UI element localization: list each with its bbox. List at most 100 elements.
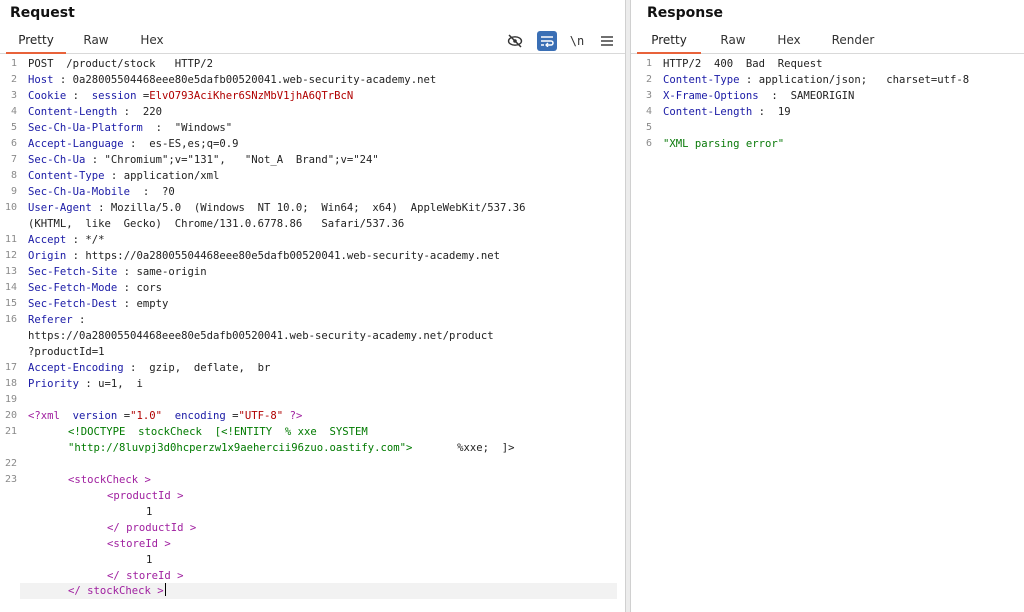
request-title: Request [10, 5, 75, 21]
xml-doctype: <!DOCTYPE stockCheck [<!ENTITY % xxe SYS… [68, 426, 368, 438]
header-key: Sec-Fetch-Site [28, 266, 118, 278]
line-number: 4 [645, 106, 652, 117]
header-value-continuation: (KHTML, like Gecko) Chrome/131.0.6778.86… [28, 218, 405, 230]
header-key: Content-Length [28, 106, 118, 118]
header-key: Priority [28, 378, 80, 390]
header-key: Origin [28, 250, 67, 262]
tab-render[interactable]: Render [823, 28, 883, 54]
header-value: */* [85, 234, 105, 246]
line-number: 9 [10, 186, 17, 197]
header-value: empty [136, 298, 169, 310]
newline-toggle-button[interactable]: \n [567, 31, 587, 51]
header-value: SAMEORIGIN [790, 90, 855, 102]
tab-pretty[interactable]: Pretty [6, 28, 66, 54]
header-value-continuation: https://0a28005504468eee80e5dafb00520041… [28, 330, 494, 342]
header-key: Accept-Encoding [28, 362, 124, 374]
tab-raw[interactable]: Raw [74, 28, 118, 54]
header-key: User-Agent [28, 202, 92, 214]
line-number: 1 [645, 58, 652, 69]
line-number: 19 [4, 394, 17, 405]
xml-tag: </ stockCheck > [68, 585, 164, 597]
header-value-continuation: ?productId=1 [28, 346, 105, 358]
header-value: same-origin [136, 266, 207, 278]
tab-hex[interactable]: Hex [767, 28, 811, 54]
line-number: 18 [4, 378, 17, 389]
header-key: Sec-Ch-Ua [28, 154, 86, 166]
header-value: "Chromium";v="131", "Not_A Brand";v="24" [104, 154, 379, 166]
hide-whitespace-icon[interactable] [505, 31, 525, 51]
header-value: u=1, i [98, 378, 143, 390]
line-number: 13 [4, 266, 17, 277]
line-number: 15 [4, 298, 17, 309]
xml-attr-value: "UTF-8" [238, 410, 284, 422]
header-value: application/xml [123, 170, 220, 182]
header-key: Referer [28, 314, 73, 326]
line-number: 1 [10, 58, 17, 69]
xml-doctype-url: "http://8luvpj3d0hcperzw1x9aehercii96zuo… [68, 442, 413, 454]
xml-text: 1 [146, 506, 153, 518]
request-tabs: Pretty Raw Hex \n [0, 28, 625, 54]
line-number: 14 [4, 282, 17, 293]
response-tabs: Pretty Raw Hex Render [631, 28, 1024, 54]
header-key: Content-Type [28, 170, 105, 182]
line-number: 10 [4, 202, 17, 213]
text-caret [164, 583, 166, 596]
header-value: application/json; charset=utf-8 [758, 74, 970, 86]
cookie-name: session [91, 90, 137, 102]
line-number: 3 [10, 90, 17, 101]
line-number: 8 [10, 170, 17, 181]
line-number: 3 [645, 90, 652, 101]
request-editor[interactable]: 1 POST /product/stock HTTP/2 2 Host : 0a28… [0, 56, 625, 612]
xml-attr-name: version [72, 410, 118, 422]
header-value: Mozilla/5.0 (Windows NT 10.0; Win64; x64… [110, 202, 526, 214]
tab-raw[interactable]: Raw [711, 28, 755, 54]
line-number: 6 [645, 138, 652, 149]
response-title: Response [647, 5, 724, 21]
status-line: HTTP/2 400 Bad Request [663, 58, 823, 70]
header-value: 19 [777, 106, 791, 118]
xml-doctype-end: %xxe; ]> [457, 442, 515, 454]
line-number: 11 [4, 234, 17, 245]
header-value: gzip, deflate, br [149, 362, 271, 374]
header-value: 0a28005504468eee80e5dafb00520041.web-sec… [72, 74, 437, 86]
line-number: 16 [4, 314, 17, 325]
line-number: 5 [645, 122, 652, 133]
header-value: 220 [142, 106, 162, 118]
line-number: 7 [10, 154, 17, 165]
text-wrap-icon[interactable] [537, 31, 557, 51]
tab-pretty[interactable]: Pretty [637, 28, 701, 54]
header-key: Sec-Fetch-Mode [28, 282, 118, 294]
xml-tag: <stockCheck > [68, 474, 151, 486]
header-value: "Windows" [174, 122, 233, 134]
line-number: 22 [4, 458, 17, 469]
line-number: 5 [10, 122, 17, 133]
line-number: 20 [4, 410, 17, 421]
header-key: Content-Length [663, 106, 753, 118]
line-number: 6 [10, 138, 17, 149]
header-key: Sec-Ch-Ua-Mobile [28, 186, 131, 198]
header-key: X-Frame-Options [663, 90, 759, 102]
xml-decl-open: <?xml [28, 410, 60, 422]
header-value: ?0 [161, 186, 175, 198]
xml-tag: <storeId > [107, 538, 171, 550]
response-body: "XML parsing error" [663, 138, 785, 150]
header-key: Content-Type [663, 74, 740, 86]
line-number: 12 [4, 250, 17, 261]
line-number: 23 [4, 474, 17, 485]
header-key: Accept-Language [28, 138, 124, 150]
header-value: es-ES,es;q=0.9 [149, 138, 239, 150]
hamburger-menu-icon[interactable] [597, 31, 617, 51]
line-number: 2 [10, 74, 17, 85]
tab-hex[interactable]: Hex [130, 28, 174, 54]
line-number: 2 [645, 74, 652, 85]
request-pane: Request Pretty Raw Hex \n 1 POST /product… [0, 0, 626, 612]
line-number: 4 [10, 106, 17, 117]
header-key: Cookie [28, 90, 67, 102]
xml-attr-name: encoding [174, 410, 226, 422]
response-editor[interactable]: 1 HTTP/2 400 Bad Request 2 Content-Type : … [631, 56, 1024, 612]
cookie-value: ElvO793AciKher6SNzMbV1jhA6QTrBcN [149, 90, 354, 102]
line-number: 21 [4, 426, 17, 437]
xml-tag: </ productId > [107, 522, 197, 534]
header-key: Host [28, 74, 54, 86]
header-key: Accept [28, 234, 67, 246]
